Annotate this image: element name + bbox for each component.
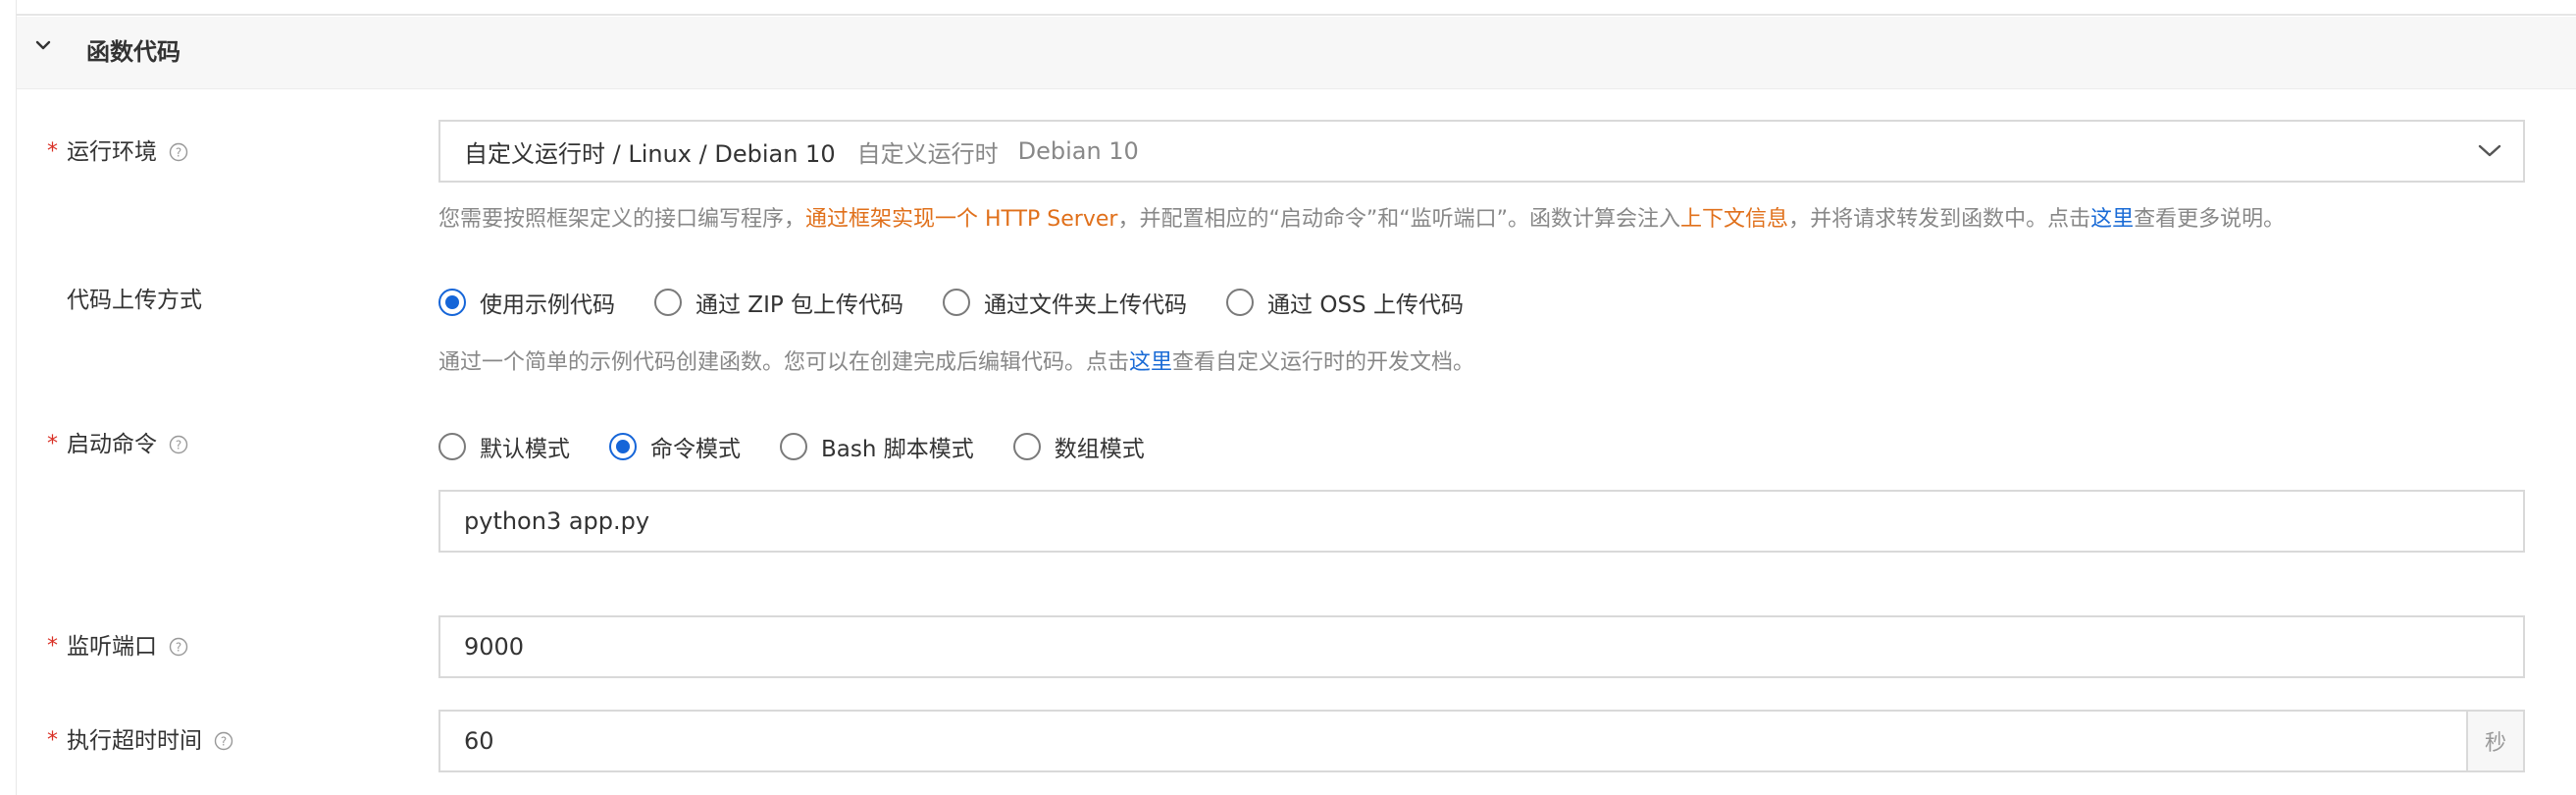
timeout-unit: 秒 bbox=[2466, 712, 2523, 770]
radio-dot[interactable] bbox=[1012, 433, 1041, 460]
required-mark: * bbox=[47, 728, 58, 753]
hint-text: 通过一个简单的示例代码创建函数。您可以在创建完成后编辑代码。点击 bbox=[438, 350, 1130, 375]
startup-label: 启动命令 bbox=[67, 432, 157, 457]
upload-option-zip[interactable]: 通过 ZIP 包上传代码 bbox=[654, 286, 903, 319]
hint-text: ，并将请求转发到函数中。点击 bbox=[1788, 207, 2091, 232]
hint-text: 查看更多说明。 bbox=[2134, 207, 2286, 232]
required-mark: * bbox=[47, 139, 58, 164]
radio-dot[interactable] bbox=[438, 433, 466, 460]
runtime-hint: 您需要按照框架定义的接口编写程序，通过框架实现一个 HTTP Server，并配… bbox=[438, 204, 2285, 236]
chevron-down-icon[interactable] bbox=[32, 34, 54, 56]
svg-text:?: ? bbox=[176, 146, 181, 160]
radio-label: 使用示例代码 bbox=[480, 292, 615, 318]
radio-dot[interactable] bbox=[1226, 289, 1255, 316]
radio-dot[interactable] bbox=[654, 289, 682, 316]
startup-radio-group: 默认模式 命令模式 Bash 脚本模式 数组模式 bbox=[438, 430, 1184, 463]
timeout-label: 执行超时时间 bbox=[67, 728, 202, 754]
required-mark: * bbox=[47, 634, 58, 659]
runtime-selected-tag2: Debian 10 bbox=[1017, 137, 1139, 165]
runtime-selected-main: 自定义运行时 / Linux / Debian 10 bbox=[464, 139, 836, 168]
chevron-down-icon[interactable] bbox=[2478, 141, 2501, 161]
timeout-input[interactable]: 60 秒 bbox=[438, 710, 2525, 772]
upload-label: 代码上传方式 bbox=[67, 288, 202, 313]
hint-text: 查看自定义运行时的开发文档。 bbox=[1172, 350, 1475, 375]
startup-option-bash[interactable]: Bash 脚本模式 bbox=[780, 430, 974, 463]
timeout-value: 60 bbox=[464, 727, 494, 755]
runtime-label: 运行环境 bbox=[67, 139, 157, 165]
port-label-row: * 监听端口 ? bbox=[47, 631, 188, 662]
startup-option-default[interactable]: 默认模式 bbox=[438, 430, 570, 463]
radio-label: 默认模式 bbox=[480, 437, 570, 462]
divider bbox=[16, 14, 2576, 16]
question-circle-icon[interactable]: ? bbox=[169, 435, 188, 454]
startup-command-value: python3 app.py bbox=[464, 507, 650, 535]
svg-text:?: ? bbox=[176, 439, 181, 452]
upload-radio-group: 使用示例代码 通过 ZIP 包上传代码 通过文件夹上传代码 通过 OSS 上传代… bbox=[438, 286, 1503, 319]
radio-dot[interactable] bbox=[943, 289, 971, 316]
timeout-label-row: * 执行超时时间 ? bbox=[47, 725, 233, 757]
question-circle-icon[interactable]: ? bbox=[214, 731, 233, 751]
http-server-link[interactable]: 通过框架实现一个 HTTP Server bbox=[805, 207, 1117, 232]
question-circle-icon[interactable]: ? bbox=[169, 637, 188, 657]
port-input[interactable]: 9000 bbox=[438, 615, 2525, 678]
svg-text:?: ? bbox=[176, 641, 181, 655]
section-header[interactable] bbox=[17, 17, 2576, 89]
radio-label: 数组模式 bbox=[1054, 437, 1145, 462]
required-mark: * bbox=[47, 432, 58, 456]
more-info-link[interactable]: 这里 bbox=[2090, 207, 2134, 232]
radio-dot[interactable] bbox=[438, 289, 466, 316]
section-title: 函数代码 bbox=[86, 38, 180, 66]
radio-label: 通过 ZIP 包上传代码 bbox=[696, 292, 904, 318]
runtime-select[interactable]: 自定义运行时 / Linux / Debian 10 自定义运行时 Debian… bbox=[438, 120, 2525, 183]
radio-label: 通过文件夹上传代码 bbox=[984, 292, 1188, 318]
runtime-selected-tag1: 自定义运行时 bbox=[856, 139, 999, 168]
radio-label: 命令模式 bbox=[650, 437, 741, 462]
upload-option-sample[interactable]: 使用示例代码 bbox=[438, 286, 615, 319]
startup-command-input[interactable]: python3 app.py bbox=[438, 490, 2525, 553]
svg-text:?: ? bbox=[221, 735, 227, 749]
radio-label: 通过 OSS 上传代码 bbox=[1267, 292, 1464, 318]
context-info-link[interactable]: 上下文信息 bbox=[1680, 207, 1788, 232]
startup-label-row: * 启动命令 ? bbox=[47, 429, 188, 460]
port-value: 9000 bbox=[464, 633, 525, 661]
radio-dot[interactable] bbox=[609, 433, 637, 460]
radio-dot[interactable] bbox=[780, 433, 807, 460]
port-label: 监听端口 bbox=[67, 634, 157, 660]
upload-label-row: 代码上传方式 bbox=[47, 285, 202, 316]
upload-hint: 通过一个简单的示例代码创建函数。您可以在创建完成后编辑代码。点击这里查看自定义运… bbox=[438, 347, 1474, 379]
startup-option-array[interactable]: 数组模式 bbox=[1012, 430, 1145, 463]
upload-option-folder[interactable]: 通过文件夹上传代码 bbox=[943, 286, 1187, 319]
startup-option-command[interactable]: 命令模式 bbox=[609, 430, 741, 463]
runtime-label-row: * 运行环境 ? bbox=[47, 136, 188, 168]
question-circle-icon[interactable]: ? bbox=[169, 142, 188, 162]
runtime-docs-link[interactable]: 这里 bbox=[1129, 350, 1172, 375]
hint-text: ，并配置相应的“启动命令”和“监听端口”。函数计算会注入 bbox=[1117, 207, 1681, 232]
hint-text: 您需要按照框架定义的接口编写程序， bbox=[438, 207, 806, 232]
upload-option-oss[interactable]: 通过 OSS 上传代码 bbox=[1226, 286, 1464, 319]
radio-label: Bash 脚本模式 bbox=[821, 437, 974, 462]
